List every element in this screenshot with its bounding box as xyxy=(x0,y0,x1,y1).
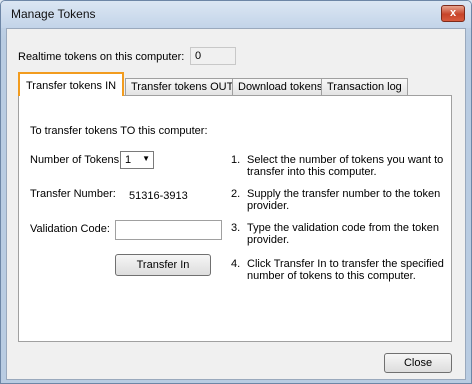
realtime-tokens-value: 0 xyxy=(190,47,236,65)
step-text: Supply the transfer number to the token … xyxy=(247,188,441,212)
dialog-body: Realtime tokens on this computer: 0 Tran… xyxy=(6,28,466,380)
step-number: 2. xyxy=(231,188,241,200)
title-bar[interactable]: Manage Tokens x xyxy=(1,1,471,28)
number-of-tokens-label: Number of Tokens: xyxy=(30,154,123,166)
tab-transfer-in[interactable]: Transfer tokens IN xyxy=(18,72,125,96)
manage-tokens-window: Manage Tokens x Realtime tokens on this … xyxy=(0,0,472,384)
dropdown-arrow-icon: ▼ xyxy=(142,154,150,163)
tab-transfer-out[interactable]: Transfer tokens OUT xyxy=(125,78,240,95)
transfer-number-value: 51316-3913 xyxy=(129,190,188,202)
step-number: 1. xyxy=(231,154,241,166)
tab-download-tokens[interactable]: Download tokens xyxy=(232,78,329,95)
step-text: Select the number of tokens you want to … xyxy=(247,154,444,178)
transfer-in-panel: To transfer tokens TO this computer: Num… xyxy=(18,95,452,342)
window-close-button[interactable]: x xyxy=(441,5,465,22)
panel-heading: To transfer tokens TO this computer: xyxy=(30,125,208,137)
tab-transaction-log[interactable]: Transaction log xyxy=(321,78,408,95)
transfer-in-button[interactable]: Transfer In xyxy=(115,254,211,276)
transfer-number-label: Transfer Number: xyxy=(30,188,116,200)
close-button[interactable]: Close xyxy=(384,353,452,373)
validation-code-input[interactable] xyxy=(115,220,222,240)
realtime-tokens-label: Realtime tokens on this computer: xyxy=(18,51,185,63)
number-of-tokens-select[interactable]: 1 ▼ xyxy=(120,151,154,169)
step-number: 4. xyxy=(231,258,241,270)
validation-code-label: Validation Code: xyxy=(30,223,110,235)
step-number: 3. xyxy=(231,222,241,234)
step-text: Type the validation code from the token … xyxy=(247,222,440,246)
window-title: Manage Tokens xyxy=(11,7,96,21)
number-of-tokens-value: 1 xyxy=(125,154,132,166)
close-icon: x xyxy=(449,7,457,19)
step-text: Click Transfer In to transfer the specif… xyxy=(247,258,444,282)
